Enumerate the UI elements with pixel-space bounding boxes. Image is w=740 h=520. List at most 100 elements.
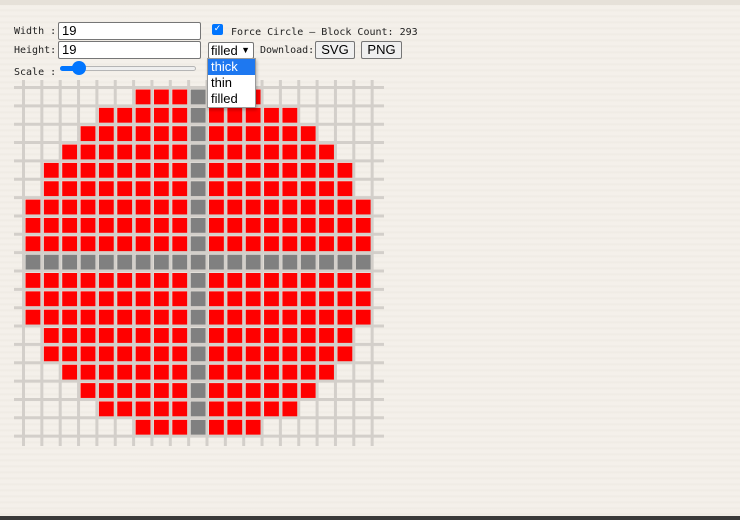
axis-block[interactable] (190, 419, 206, 435)
filled-block[interactable] (319, 364, 334, 380)
filled-block[interactable] (98, 291, 114, 307)
filled-block[interactable] (98, 346, 114, 362)
filled-block[interactable] (209, 107, 224, 123)
filled-block[interactable] (135, 419, 151, 435)
axis-block[interactable] (190, 199, 206, 215)
filled-block[interactable] (209, 346, 224, 362)
filled-block[interactable] (209, 144, 224, 160)
filled-block[interactable] (245, 328, 261, 343)
filled-block[interactable] (43, 328, 59, 343)
filled-block[interactable] (98, 199, 114, 215)
axis-block[interactable] (337, 254, 353, 270)
filled-block[interactable] (245, 364, 261, 380)
filled-block[interactable] (153, 181, 169, 197)
filled-block[interactable] (300, 383, 316, 398)
filled-block[interactable] (264, 181, 279, 197)
axis-block[interactable] (190, 401, 206, 417)
filled-block[interactable] (117, 162, 133, 178)
filled-block[interactable] (300, 364, 316, 380)
filled-block[interactable] (227, 217, 243, 233)
filled-block[interactable] (153, 383, 169, 398)
filled-block[interactable] (98, 181, 114, 197)
filled-block[interactable] (264, 217, 279, 233)
filled-block[interactable] (264, 144, 279, 160)
axis-block[interactable] (135, 254, 151, 270)
filled-block[interactable] (300, 346, 316, 362)
filled-block[interactable] (43, 291, 59, 307)
filled-block[interactable] (172, 217, 188, 233)
filled-block[interactable] (172, 291, 188, 307)
filled-block[interactable] (25, 291, 41, 307)
filled-block[interactable] (80, 346, 96, 362)
filled-block[interactable] (98, 328, 114, 343)
filled-block[interactable] (172, 364, 188, 380)
filled-block[interactable] (300, 309, 316, 325)
filled-block[interactable] (300, 181, 316, 197)
filled-block[interactable] (135, 273, 151, 288)
filled-block[interactable] (282, 401, 298, 417)
filled-block[interactable] (355, 291, 371, 307)
filled-block[interactable] (282, 383, 298, 398)
filled-block[interactable] (43, 162, 59, 178)
filled-block[interactable] (80, 291, 96, 307)
filled-block[interactable] (135, 162, 151, 178)
filled-block[interactable] (62, 236, 78, 252)
filled-block[interactable] (319, 181, 334, 197)
filled-block[interactable] (227, 328, 243, 343)
filled-block[interactable] (153, 309, 169, 325)
filled-block[interactable] (172, 273, 188, 288)
filled-block[interactable] (337, 162, 353, 178)
filled-block[interactable] (300, 217, 316, 233)
filled-block[interactable] (153, 291, 169, 307)
filled-block[interactable] (62, 309, 78, 325)
filled-block[interactable] (245, 401, 261, 417)
axis-block[interactable] (190, 309, 206, 325)
filled-block[interactable] (337, 181, 353, 197)
axis-block[interactable] (190, 107, 206, 123)
filled-block[interactable] (172, 236, 188, 252)
filled-block[interactable] (62, 273, 78, 288)
filled-block[interactable] (282, 199, 298, 215)
axis-block[interactable] (190, 291, 206, 307)
filled-block[interactable] (264, 107, 279, 123)
filled-block[interactable] (282, 346, 298, 362)
filled-block[interactable] (153, 217, 169, 233)
filled-block[interactable] (245, 126, 261, 142)
filled-block[interactable] (209, 126, 224, 142)
filled-block[interactable] (227, 144, 243, 160)
filled-block[interactable] (153, 401, 169, 417)
filled-block[interactable] (25, 217, 41, 233)
filled-block[interactable] (319, 309, 334, 325)
filled-block[interactable] (245, 419, 261, 435)
filled-block[interactable] (319, 291, 334, 307)
filled-block[interactable] (43, 236, 59, 252)
filled-block[interactable] (135, 328, 151, 343)
filled-block[interactable] (227, 236, 243, 252)
filled-block[interactable] (227, 309, 243, 325)
filled-block[interactable] (245, 199, 261, 215)
axis-block[interactable] (98, 254, 114, 270)
filled-block[interactable] (43, 309, 59, 325)
filled-block[interactable] (337, 236, 353, 252)
axis-block[interactable] (172, 254, 188, 270)
filled-block[interactable] (62, 291, 78, 307)
filled-block[interactable] (135, 309, 151, 325)
filled-block[interactable] (300, 199, 316, 215)
filled-block[interactable] (300, 126, 316, 142)
filled-block[interactable] (282, 126, 298, 142)
filled-block[interactable] (337, 309, 353, 325)
filled-block[interactable] (209, 401, 224, 417)
filled-block[interactable] (227, 162, 243, 178)
filled-block[interactable] (153, 419, 169, 435)
filled-block[interactable] (80, 181, 96, 197)
filled-block[interactable] (209, 162, 224, 178)
axis-block[interactable] (300, 254, 316, 270)
filled-block[interactable] (300, 273, 316, 288)
filled-block[interactable] (117, 383, 133, 398)
filled-block[interactable] (172, 419, 188, 435)
filled-block[interactable] (264, 364, 279, 380)
axis-block[interactable] (190, 383, 206, 398)
filled-block[interactable] (25, 309, 41, 325)
filled-block[interactable] (264, 199, 279, 215)
filled-block[interactable] (80, 162, 96, 178)
